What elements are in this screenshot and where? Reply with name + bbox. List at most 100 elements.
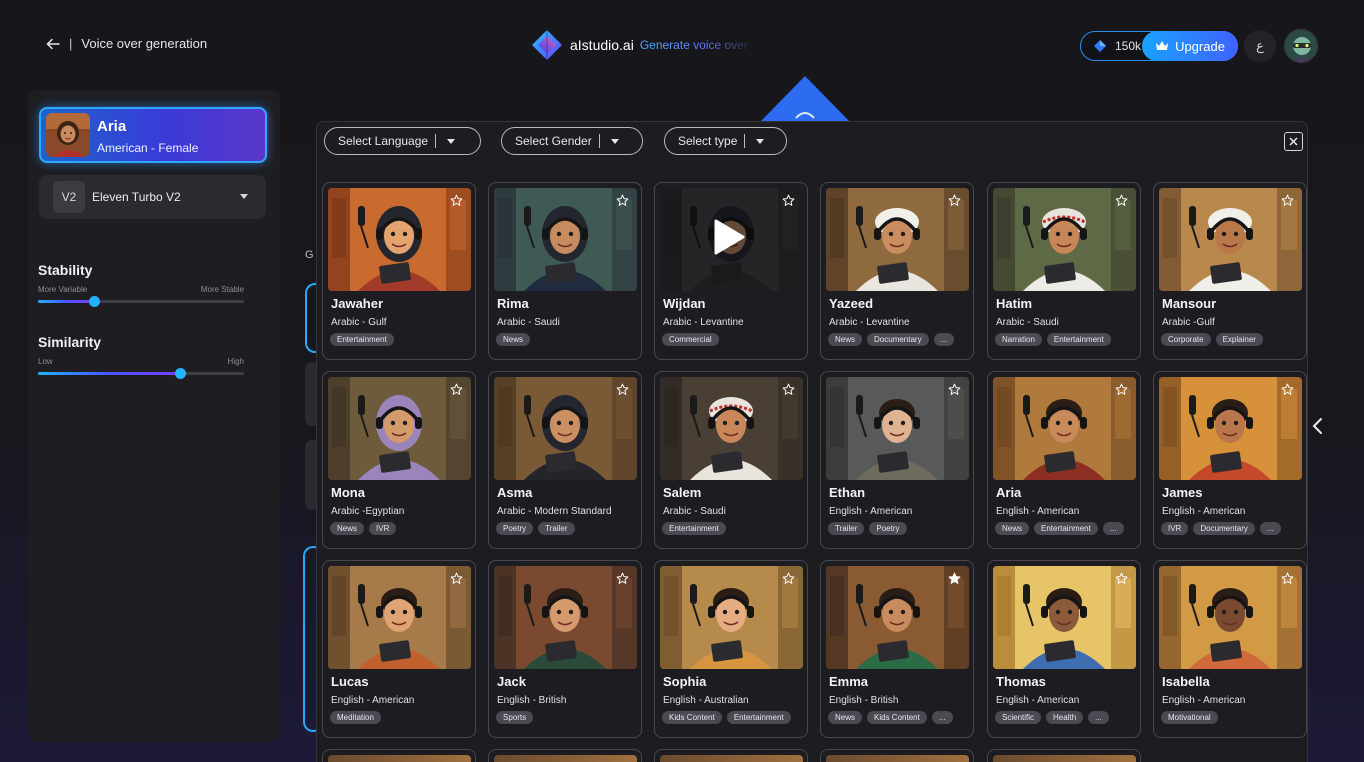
voice-card[interactable]: Yazeed Arabic - Levantine News Documentary.…	[820, 182, 974, 360]
stability-title: Stability	[38, 262, 93, 278]
voice-language: English - British	[829, 695, 899, 706]
language-toggle[interactable]: ع	[1244, 30, 1276, 62]
voice-card[interactable]: Jack English - British Sports	[488, 560, 642, 738]
star-icon[interactable]	[450, 572, 463, 585]
background-fragment-text: G	[305, 249, 314, 261]
voice-tag-more[interactable]: ...	[931, 711, 953, 724]
voice-tag: Scientific	[995, 711, 1042, 724]
upgrade-button[interactable]: Upgrade	[1142, 31, 1238, 61]
star-icon[interactable]	[616, 194, 629, 207]
voice-language: Arabic - Gulf	[331, 317, 387, 328]
similarity-min-label: Low	[38, 357, 53, 366]
voice-tag: Kids Content	[867, 711, 927, 724]
filter-divider	[598, 134, 600, 148]
selected-voice-card[interactable]: Aria American - Female	[39, 107, 267, 163]
voice-card[interactable]	[820, 749, 974, 762]
top-bar: | Voice over generation aIstudio.ai Gene…	[0, 0, 1364, 92]
voice-tag-more[interactable]: ...	[933, 333, 955, 346]
voice-tags: News	[496, 333, 531, 346]
star-icon[interactable]	[1115, 572, 1128, 585]
star-icon[interactable]	[616, 383, 629, 396]
voice-name: Ethan	[829, 485, 866, 500]
star-icon[interactable]	[450, 383, 463, 396]
voice-card[interactable]: Jawaher Arabic - Gulf Entertainment	[322, 182, 476, 360]
brand-tagline: Generate voice over	[639, 38, 748, 52]
close-button[interactable]	[1284, 132, 1303, 151]
close-icon	[1289, 137, 1298, 146]
stability-control: Stability More Variable More Stable	[38, 262, 244, 307]
voice-name: Sophia	[663, 674, 707, 689]
voice-card[interactable]: Emma English - British News Kids Content...	[820, 560, 974, 738]
type-filter[interactable]: Select type	[664, 127, 787, 155]
model-select[interactable]: V2 Eleven Turbo V2	[39, 175, 266, 219]
brand: aIstudio.ai Generate voice over	[530, 28, 748, 62]
voice-tag-more[interactable]: ...	[1088, 711, 1109, 724]
gender-filter-label: Select Gender	[515, 134, 592, 148]
voice-tags: Entertainment	[662, 522, 726, 535]
voice-card[interactable]: Mansour Arabic -Gulf Corporate Explainer	[1153, 182, 1307, 360]
voice-tag: Kids Content	[662, 711, 722, 724]
star-icon[interactable]	[450, 194, 463, 207]
voice-card[interactable]	[322, 749, 476, 762]
voice-card[interactable]: Aria English - American News Entertainment.…	[987, 371, 1141, 549]
voice-card[interactable]	[987, 749, 1141, 762]
voice-language: Arabic - Levantine	[663, 317, 744, 328]
voice-card[interactable]: James English - American IVR Documentary...	[1153, 371, 1307, 549]
voice-card[interactable]: Lucas English - American Meditation	[322, 560, 476, 738]
voice-tag-more[interactable]: ...	[1259, 522, 1281, 535]
voice-card[interactable]: Thomas English - American Scientific Health…	[987, 560, 1141, 738]
star-icon[interactable]	[616, 572, 629, 585]
star-icon[interactable]	[948, 194, 961, 207]
similarity-title: Similarity	[38, 334, 102, 350]
arrow-left-icon	[46, 38, 60, 49]
voice-tags: Motivational	[1161, 711, 1218, 724]
star-filled-icon[interactable]	[948, 572, 961, 585]
voice-tag: Entertainment	[330, 333, 394, 346]
back-button[interactable]: | Voice over generation	[46, 36, 207, 51]
voice-tag: News	[828, 333, 863, 346]
chevron-left-icon[interactable]	[1310, 416, 1326, 436]
voice-name: Jawaher	[331, 296, 384, 311]
similarity-slider[interactable]	[38, 368, 244, 379]
voice-card[interactable]	[654, 749, 808, 762]
voice-name: Rima	[497, 296, 529, 311]
voice-card[interactable]: Mona Arabic -Egyptian News IVR	[322, 371, 476, 549]
gender-filter[interactable]: Select Gender	[501, 127, 643, 155]
voice-card[interactable]: Ethan English - American Trailer Poetry	[820, 371, 974, 549]
voice-tags: News Entertainment...	[995, 522, 1124, 535]
star-icon[interactable]	[948, 383, 961, 396]
voice-tag: Commercial	[662, 333, 719, 346]
voice-card[interactable]: Rima Arabic - Saudi News	[488, 182, 642, 360]
voice-language: English - American	[1162, 695, 1246, 706]
play-icon[interactable]	[713, 219, 745, 255]
voice-card[interactable]: Isabella English - American Motivational	[1153, 560, 1307, 738]
voice-card[interactable]: Salem Arabic - Saudi Entertainment	[654, 371, 808, 549]
voice-name: Emma	[829, 674, 869, 689]
star-icon[interactable]	[782, 383, 795, 396]
star-icon[interactable]	[782, 194, 795, 207]
type-filter-label: Select type	[678, 134, 738, 148]
voice-card[interactable]: Wijdan Arabic - Levantine Commercial	[654, 182, 808, 360]
star-icon[interactable]	[1115, 194, 1128, 207]
voice-card[interactable]: Hatim Arabic - Saudi Narration Entertainmen…	[987, 182, 1141, 360]
user-avatar[interactable]	[1284, 29, 1318, 63]
voice-card[interactable]: Sophia English - Australian Kids Content En…	[654, 560, 808, 738]
voice-card[interactable]	[488, 749, 642, 762]
voice-tags: News IVR	[330, 522, 397, 535]
voice-name: Salem	[663, 485, 702, 500]
star-icon[interactable]	[1281, 194, 1294, 207]
voice-tag-more[interactable]: ...	[1102, 522, 1124, 535]
star-icon[interactable]	[1115, 383, 1128, 396]
star-icon[interactable]	[1281, 383, 1294, 396]
star-icon[interactable]	[782, 572, 795, 585]
similarity-slider-handle[interactable]	[175, 368, 187, 379]
language-filter[interactable]: Select Language	[324, 127, 481, 155]
star-icon[interactable]	[1281, 572, 1294, 585]
voice-tags: Poetry Trailer	[496, 522, 575, 535]
stability-slider[interactable]	[38, 296, 244, 307]
stability-slider-handle[interactable]	[88, 296, 100, 307]
voice-tag: News	[995, 522, 1030, 535]
voice-language: Arabic - Modern Standard	[497, 506, 612, 517]
voice-card[interactable]: Asma Arabic - Modern Standard Poetry Traile…	[488, 371, 642, 549]
filter-divider	[435, 134, 437, 148]
